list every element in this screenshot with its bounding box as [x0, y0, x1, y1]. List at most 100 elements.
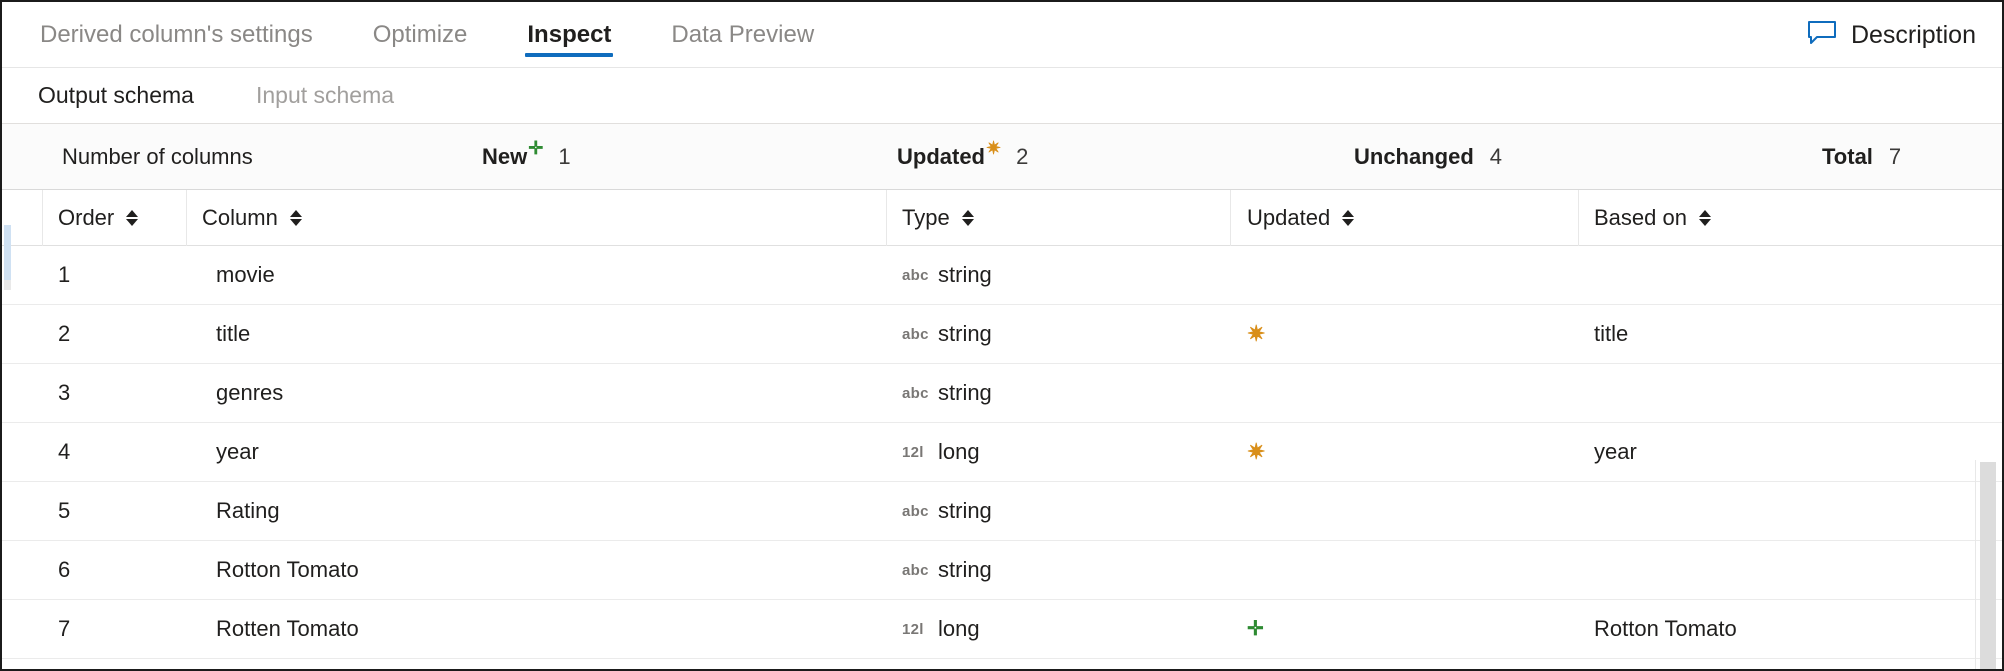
- cell-type: abc string: [902, 305, 1202, 363]
- schema-tab-bar: Output schema Input schema: [2, 68, 2002, 124]
- table-row[interactable]: 4 year 12l long ✷ year: [2, 423, 2002, 482]
- cell-order: 5: [58, 482, 168, 540]
- table-row[interactable]: 3 genres abc string: [2, 364, 2002, 423]
- summary-stat-value: 4: [1490, 144, 1502, 170]
- column-header-updated[interactable]: Updated: [1247, 190, 1354, 245]
- tab-optimize[interactable]: Optimize: [371, 2, 470, 67]
- type-label: long: [938, 439, 980, 465]
- column-header-order[interactable]: Order: [58, 190, 138, 245]
- summary-stat-value: 1: [558, 144, 570, 170]
- cell-order: 2: [58, 305, 168, 363]
- vertical-scrollbar-thumb[interactable]: [1980, 462, 1996, 671]
- cell-updated: ✷: [1247, 305, 1547, 363]
- cell-order: 6: [58, 541, 168, 599]
- cell-type: 12l long: [902, 423, 1202, 481]
- table-row[interactable]: 5 Rating abc string: [2, 482, 2002, 541]
- cell-type: abc string: [902, 246, 1202, 304]
- type-label: string: [938, 498, 992, 524]
- new-plus-icon: ✛: [528, 139, 543, 157]
- updated-star-icon: ✷: [986, 139, 1001, 157]
- table-row[interactable]: 2 title abc string ✷ title: [2, 305, 2002, 364]
- column-header-column[interactable]: Column: [202, 190, 302, 245]
- cell-order: 3: [58, 364, 168, 422]
- sort-arrows-icon[interactable]: [290, 210, 302, 226]
- cell-type: abc string: [902, 541, 1202, 599]
- summary-title: Number of columns: [62, 124, 253, 190]
- cell-updated: [1247, 364, 1547, 422]
- cell-column: genres: [216, 364, 696, 422]
- column-header-based-on[interactable]: Based on: [1594, 190, 1711, 245]
- tab-derived-column-settings[interactable]: Derived column's settings: [38, 2, 315, 67]
- tab-label: Inspect: [527, 21, 611, 49]
- cell-order: 7: [58, 600, 168, 658]
- cell-order: 4: [58, 423, 168, 481]
- inspect-panel: Derived column's settings Optimize Inspe…: [0, 0, 2004, 671]
- header-label: Updated: [1247, 205, 1330, 231]
- table-right-border: [1975, 460, 1976, 671]
- cell-column: Rotton Tomato: [216, 541, 696, 599]
- cell-updated: ✷: [1247, 423, 1547, 481]
- subtab-input-schema[interactable]: Input schema: [256, 82, 394, 109]
- cell-based-on: Rotton Tomato: [1594, 600, 1964, 658]
- main-tab-bar: Derived column's settings Optimize Inspe…: [2, 2, 2002, 68]
- tab-label: Data Preview: [671, 21, 814, 49]
- summary-stat-updated: Updated✷ 2: [897, 124, 1028, 190]
- description-label: Description: [1851, 21, 1976, 50]
- cell-based-on: [1594, 541, 1964, 599]
- type-abc-icon: abc: [902, 267, 938, 284]
- summary-stat-new: New✛ 1: [482, 124, 571, 190]
- cell-column: Rotten Tomato: [216, 600, 696, 658]
- left-accent-strip-lower: [4, 280, 11, 290]
- summary-stat-label: Unchanged: [1354, 144, 1474, 170]
- summary-stat-unchanged: Unchanged 4: [1354, 124, 1502, 190]
- summary-stat-value: 7: [1889, 144, 1901, 170]
- table-row[interactable]: 7 Rotten Tomato 12l long ✛ Rotton Tomato: [2, 600, 2002, 659]
- tab-label: Derived column's settings: [40, 21, 313, 49]
- cell-order: 1: [58, 246, 168, 304]
- cell-column: movie: [216, 246, 696, 304]
- type-abc-icon: abc: [902, 503, 938, 520]
- sort-arrows-icon[interactable]: [1342, 210, 1354, 226]
- updated-star-icon: ✷: [1247, 323, 1265, 345]
- subtab-label: Input schema: [256, 82, 394, 108]
- updated-star-icon: ✷: [1247, 441, 1265, 463]
- tab-data-preview[interactable]: Data Preview: [669, 2, 816, 67]
- type-label: string: [938, 262, 992, 288]
- table-row[interactable]: 1 movie abc string: [2, 246, 2002, 305]
- table-row[interactable]: 6 Rotton Tomato abc string: [2, 541, 2002, 600]
- header-label: Based on: [1594, 205, 1687, 231]
- header-label: Column: [202, 205, 278, 231]
- sort-arrows-icon[interactable]: [1699, 210, 1711, 226]
- description-button[interactable]: Description: [1807, 2, 1976, 68]
- cell-column: title: [216, 305, 696, 363]
- cell-based-on: year: [1594, 423, 1964, 481]
- type-label: long: [938, 616, 980, 642]
- cell-column: Rating: [216, 482, 696, 540]
- cell-updated: [1247, 246, 1547, 304]
- type-abc-icon: abc: [902, 562, 938, 579]
- comment-icon: [1807, 20, 1837, 51]
- summary-stat-label: Updated: [897, 144, 985, 170]
- column-header-type[interactable]: Type: [902, 190, 974, 245]
- summary-stat-label: New: [482, 144, 527, 170]
- table-header-row: Order Column Type Updated Based on: [2, 190, 2002, 246]
- summary-stat-value: 2: [1016, 144, 1028, 170]
- column-count-summary: Number of columns New✛ 1 Updated✷ 2 Unch…: [2, 124, 2002, 190]
- subtab-output-schema[interactable]: Output schema: [38, 82, 194, 109]
- cell-based-on: title: [1594, 305, 1964, 363]
- type-abc-icon: abc: [902, 326, 938, 343]
- type-label: string: [938, 380, 992, 406]
- header-label: Type: [902, 205, 950, 231]
- sort-arrows-icon[interactable]: [962, 210, 974, 226]
- type-abc-icon: abc: [902, 385, 938, 402]
- cell-type: abc string: [902, 364, 1202, 422]
- schema-table: Order Column Type Updated Based on 1: [2, 190, 2002, 609]
- cell-updated: [1247, 482, 1547, 540]
- header-label: Order: [58, 205, 114, 231]
- sort-arrows-icon[interactable]: [126, 210, 138, 226]
- summary-stat-label: Total: [1822, 144, 1873, 170]
- type-label: string: [938, 321, 992, 347]
- cell-type: abc string: [902, 482, 1202, 540]
- cell-based-on: [1594, 246, 1964, 304]
- tab-inspect[interactable]: Inspect: [525, 2, 613, 67]
